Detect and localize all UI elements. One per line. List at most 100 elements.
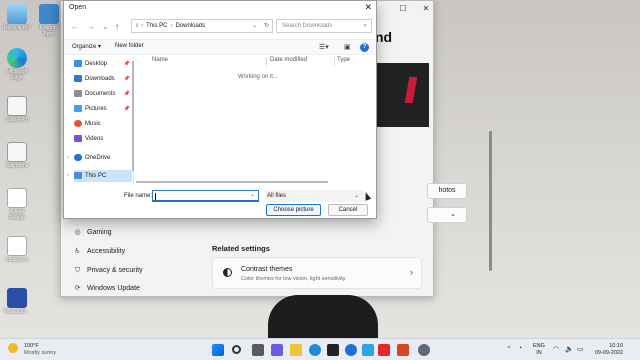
file-type-select[interactable]: All files ⌄ xyxy=(265,190,365,202)
store-icon[interactable] xyxy=(327,344,339,356)
desktop-icon-recycle-bin[interactable]: Recycle Bin xyxy=(3,4,31,31)
tree-item-videos[interactable]: Videos xyxy=(74,133,132,145)
preview-pane-icon[interactable]: ▣ xyxy=(344,43,351,51)
nav-update-label: Windows Update xyxy=(87,285,140,292)
pictures-icon xyxy=(74,104,82,112)
chevron-up-icon[interactable]: ⌃ xyxy=(506,345,512,353)
update-icon: ⟳ xyxy=(74,285,81,292)
taskbar: 100°F Mostly sunny ⌃ ◔ ENG IN ◠ 🔈 ▭ 10:10 0… xyxy=(0,338,640,360)
forward-icon[interactable]: → xyxy=(87,22,95,31)
tally-erp-label: tallyERP 9 xyxy=(5,117,29,123)
search-placeholder: Search Downloads xyxy=(282,23,333,29)
chat-icon[interactable] xyxy=(271,344,283,356)
network-icon[interactable]: ◔ xyxy=(518,345,522,352)
desktop-icon-powerdd[interactable]: PowerDD... xyxy=(3,288,31,315)
tree-item-music[interactable]: Music xyxy=(74,118,132,130)
column-type[interactable]: Type xyxy=(337,57,350,63)
tree-label: Desktop xyxy=(85,61,108,67)
battery-icon[interactable]: ▭ xyxy=(577,345,584,353)
choose-picture-button[interactable]: Choose picture xyxy=(266,204,321,216)
organize-button[interactable]: Organize ▾ xyxy=(72,43,101,50)
file-type-value: All files xyxy=(267,193,287,199)
edge-icon[interactable] xyxy=(309,344,321,356)
dialog-title: Open xyxy=(69,4,87,11)
desktop-icon-tallyprime[interactable]: TallyPrime xyxy=(3,142,31,169)
nav-item-accessibility[interactable]: ♿ Accessibility xyxy=(73,245,125,259)
dell-icon[interactable] xyxy=(345,344,357,356)
up-icon[interactable]: ↑ xyxy=(115,22,119,31)
browse-photos-button[interactable]: hotos xyxy=(427,183,467,199)
nav-accessibility-label: Accessibility xyxy=(87,248,126,255)
file-explorer-icon[interactable] xyxy=(290,344,302,356)
language-indicator[interactable]: ENG IN xyxy=(533,343,545,356)
tree-scrollbar[interactable] xyxy=(132,61,134,171)
recent-dropdown-icon[interactable]: ⌄ xyxy=(102,22,109,31)
column-name[interactable]: Name xyxy=(152,57,168,63)
tree-item-this-pc[interactable]: › This PC xyxy=(67,170,132,182)
breadcrumb-this-pc[interactable]: This PC xyxy=(146,23,167,29)
nav-item-gaming[interactable]: ◎ Gaming xyxy=(73,226,111,240)
close-icon[interactable]: ✕ xyxy=(421,4,431,14)
youtube-icon[interactable] xyxy=(378,344,390,356)
music-icon xyxy=(74,119,82,127)
close-icon[interactable]: ✕ xyxy=(364,2,372,13)
tree-item-desktop[interactable]: Desktop 📌 xyxy=(74,58,132,70)
tree-item-documents[interactable]: Documents 📌 xyxy=(74,88,132,100)
clock[interactable]: 10:10 09-09-2022 xyxy=(589,343,623,356)
related-settings-title: Related settings xyxy=(212,244,270,253)
maximize-icon[interactable]: ☐ xyxy=(398,4,408,14)
document-icon xyxy=(7,236,27,256)
file-name-input[interactable]: ⌄ xyxy=(152,190,259,202)
pin-icon: 📌 xyxy=(123,76,130,82)
tree-item-downloads[interactable]: Downloads 📌 xyxy=(74,73,132,85)
contrast-title: Contrast themes xyxy=(241,266,293,273)
start-icon[interactable] xyxy=(212,344,224,356)
desktop-icon-instagram[interactable]: Instagram xyxy=(3,236,31,263)
chevron-down-icon[interactable]: ⌄ xyxy=(252,20,257,32)
fit-dropdown[interactable]: ⌄ xyxy=(427,207,467,223)
search-input[interactable]: Search Downloads ⌕ xyxy=(276,19,372,33)
desktop-icon-favorite-apps[interactable]: Favorite Apps xyxy=(36,4,62,37)
cancel-button[interactable]: Cancel xyxy=(328,204,368,216)
weather-desc: Mostly sunny xyxy=(24,350,57,356)
back-icon[interactable]: ← xyxy=(71,22,79,31)
powerpoint-icon[interactable] xyxy=(397,344,409,356)
tree-item-pictures[interactable]: Pictures 📌 xyxy=(74,103,132,115)
tree-item-onedrive[interactable]: › OneDrive xyxy=(67,152,132,164)
recycle-bin-icon xyxy=(7,4,27,24)
sun-icon xyxy=(8,343,18,353)
view-options-icon[interactable]: ☰▾ xyxy=(319,43,329,51)
contrast-subtitle: Color themes for low vision, light sensi… xyxy=(241,276,346,282)
chevron-down-icon[interactable]: ⌄ xyxy=(250,191,255,198)
breadcrumb-downloads[interactable]: Downloads xyxy=(175,23,205,29)
column-date-modified[interactable]: Date modified xyxy=(270,57,307,63)
refresh-icon[interactable]: ↻ xyxy=(264,20,269,32)
dialog-toolbar: Organize ▾ New folder ☰▾ ▣ ? xyxy=(64,39,376,55)
wifi-icon[interactable]: ◠ xyxy=(553,345,559,353)
settings-icon[interactable] xyxy=(418,344,430,356)
chevron-right-icon[interactable]: › xyxy=(67,170,69,182)
desktop-icon-adobe-reader[interactable]: Adobe Reader xyxy=(3,188,31,221)
desktop-icon-tally-erp[interactable]: tallyERP 9 xyxy=(3,96,31,123)
search-icon[interactable] xyxy=(232,345,241,354)
contrast-themes-card[interactable]: Contrast themes Color themes for low vis… xyxy=(212,257,422,289)
volume-icon[interactable]: 🔈 xyxy=(565,345,574,353)
chevron-right-icon[interactable]: › xyxy=(67,152,69,164)
nav-item-windows-update[interactable]: ⟳ Windows Update xyxy=(73,282,140,296)
help-icon[interactable]: ? xyxy=(360,43,369,52)
browser-icon[interactable] xyxy=(362,344,374,356)
horizontal-scrollbar[interactable] xyxy=(136,181,328,183)
accessibility-icon: ♿ xyxy=(74,248,81,255)
tree-label: Downloads xyxy=(85,76,115,82)
documents-icon xyxy=(74,89,82,97)
recycle-bin-label: Recycle Bin xyxy=(3,25,31,31)
new-folder-button[interactable]: New folder xyxy=(115,43,144,49)
desktop-icon-edge[interactable]: Microsoft Edge xyxy=(3,48,31,81)
weather-temp: 100°F xyxy=(24,343,39,349)
task-view-icon[interactable] xyxy=(252,344,264,356)
settings-scrollbar[interactable] xyxy=(489,131,492,271)
tree-label: Videos xyxy=(85,136,104,142)
folder-icon xyxy=(39,4,59,24)
nav-item-privacy[interactable]: ⛉ Privacy & security xyxy=(73,264,143,278)
address-bar[interactable]: ⭳ › This PC › Downloads ⌄ ↻ xyxy=(131,19,273,33)
